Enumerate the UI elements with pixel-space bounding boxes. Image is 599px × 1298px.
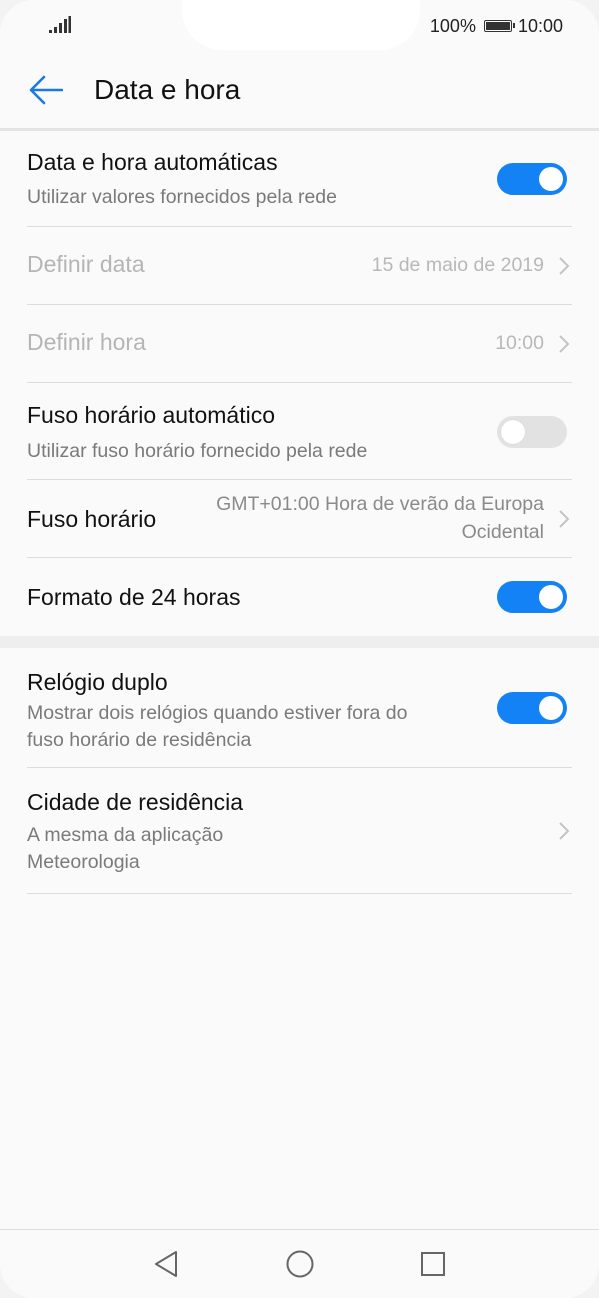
nav-home-button[interactable] <box>284 1248 316 1280</box>
setting-title: Cidade de residência <box>27 789 244 815</box>
setting-title: Formato de 24 horas <box>27 584 241 610</box>
setting-title: Relógio duplo <box>27 669 168 695</box>
setting-home-city[interactable]: Cidade de residência A mesma da aplicaçã… <box>27 768 572 894</box>
setting-title: Fuso horário automático <box>27 402 276 428</box>
setting-subtitle: Utilizar fuso horário fornecido pela red… <box>27 440 368 462</box>
setting-format-24h[interactable]: Formato de 24 horas <box>27 558 572 636</box>
setting-value: 15 de maio de 2019 <box>371 254 544 276</box>
circle-home-icon <box>286 1250 314 1278</box>
status-right: 100% 10:00 <box>430 14 563 38</box>
setting-title: Fuso horário <box>27 506 157 532</box>
toggle-knob <box>539 167 563 191</box>
auto-datetime-toggle[interactable] <box>497 163 567 195</box>
navigation-bar <box>0 1229 599 1298</box>
home-city-subtitle-line2: Meteorologia <box>27 851 140 873</box>
status-bar: 100% 10:00 <box>0 0 599 50</box>
setting-set-date[interactable]: Definir data 15 de maio de 2019 <box>27 227 572 305</box>
setting-set-time[interactable]: Definir hora 10:00 <box>27 305 572 383</box>
setting-value: GMT+01:00 Hora de verão da Europa Ociden… <box>216 490 544 546</box>
setting-dual-clock[interactable]: Relógio duplo Mostrar dois relógios quan… <box>27 648 572 768</box>
screen: 100% 10:00 Data e hora Data e hora autom… <box>0 0 599 1298</box>
battery-icon <box>483 20 515 32</box>
format-24h-toggle[interactable] <box>497 581 567 613</box>
dual-clock-toggle[interactable] <box>497 692 567 724</box>
toggle-knob <box>539 585 563 609</box>
setting-timezone[interactable]: Fuso horário GMT+01:00 Hora de verão da … <box>27 480 572 558</box>
chevron-right-icon <box>559 822 570 840</box>
setting-auto-timezone[interactable]: Fuso horário automático Utilizar fuso ho… <box>27 383 572 480</box>
toggle-knob <box>539 696 563 720</box>
page-title: Data e hora <box>94 74 241 105</box>
back-button[interactable] <box>26 72 66 108</box>
chevron-right-icon <box>559 335 570 353</box>
section-divider <box>0 636 599 648</box>
dual-clock-subtitle-line1: Mostrar dois relógios quando estiver for… <box>27 702 408 724</box>
auto-timezone-toggle[interactable] <box>497 416 567 448</box>
square-recents-icon <box>421 1252 445 1276</box>
setting-value: 10:00 <box>495 332 544 354</box>
signal-icon <box>49 16 71 33</box>
setting-subtitle: Mostrar dois relógios quando estiver for… <box>27 700 407 754</box>
setting-subtitle: Utilizar valores fornecidos pela rede <box>27 186 337 208</box>
triangle-back-icon <box>155 1251 177 1277</box>
nav-back-button[interactable] <box>150 1248 182 1280</box>
home-city-subtitle-line1: A mesma da aplicação <box>27 824 224 846</box>
toggle-knob <box>501 420 525 444</box>
timezone-value-line2: Ocidental <box>461 521 544 543</box>
setting-title: Definir hora <box>27 329 146 355</box>
setting-title: Definir data <box>27 251 145 277</box>
nav-recents-button[interactable] <box>417 1248 449 1280</box>
setting-title: Data e hora automáticas <box>27 149 278 175</box>
camera-notch <box>182 0 420 50</box>
app-header: Data e hora <box>0 50 599 131</box>
setting-auto-datetime[interactable]: Data e hora automáticas Utilizar valores… <box>27 131 572 227</box>
setting-subtitle: A mesma da aplicação Meteorologia <box>27 822 223 876</box>
clock: 10:00 <box>517 15 563 36</box>
arrow-left-icon <box>29 75 63 105</box>
chevron-right-icon <box>559 510 570 528</box>
chevron-right-icon <box>559 257 570 275</box>
settings-list: Data e hora automáticas Utilizar valores… <box>0 131 599 894</box>
timezone-value-line1: GMT+01:00 Hora de verão da Europa <box>216 493 544 515</box>
dual-clock-subtitle-line2: fuso horário de residência <box>27 729 252 751</box>
battery-percent: 100% <box>429 15 476 36</box>
